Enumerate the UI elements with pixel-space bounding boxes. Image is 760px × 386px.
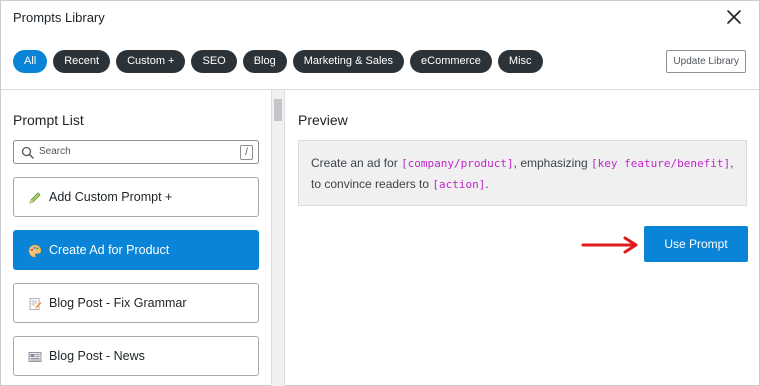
prompt-item-label: Add Custom Prompt + [49,190,173,204]
newspaper-icon [28,350,42,364]
preview-segment: , emphasizing [513,156,592,170]
memo-icon [28,297,42,311]
search-icon [21,146,34,159]
prompt-item-label: Create Ad for Product [49,243,170,257]
tab-marketing-sales[interactable]: Marketing & Sales [292,50,405,73]
annotation-arrow-icon [581,235,641,255]
prompt-item-fix-grammar[interactable]: Blog Post - Fix Grammar [13,283,259,323]
modal-header: Prompts Library [1,1,759,35]
tab-all[interactable]: All [13,50,48,73]
prompt-list-title: Prompt List [13,112,84,128]
preview-segment: . [485,177,489,191]
tab-blog[interactable]: Blog [242,50,287,73]
search-shortcut-hint: / [240,145,253,160]
category-tabs: All Recent Custom + SEO Blog Marketing &… [13,50,543,73]
prompt-list-scrollbar[interactable] [271,90,285,386]
prompt-item-label: Blog Post - News [49,349,145,363]
preview-placeholder-token: [key feature/benefit] [591,157,731,170]
preview-title: Preview [298,112,348,128]
preview-text: Create an ad for [company/product], emph… [298,140,747,206]
modal-title: Prompts Library [13,10,105,25]
preview-placeholder-token: [company/product] [401,157,514,170]
tab-ecommerce[interactable]: eCommerce [410,50,492,73]
prompts-library-modal: Prompts Library All Recent Custom + SEO … [0,0,760,386]
tab-misc[interactable]: Misc [497,50,543,73]
prompt-item-create-ad[interactable]: Create Ad for Product [13,230,259,270]
tab-seo[interactable]: SEO [191,50,237,73]
close-icon[interactable] [725,8,743,26]
prompt-item-add-custom[interactable]: Add Custom Prompt + [13,177,259,217]
preview-segment: Create an ad for [311,156,402,170]
preview-placeholder-token: [action] [432,178,486,191]
prompt-item-blog-news[interactable]: Blog Post - News [13,336,259,376]
search-placeholder: Search [39,146,71,157]
tab-recent[interactable]: Recent [53,50,111,73]
scrollbar-thumb[interactable] [274,99,282,121]
palette-icon [28,244,42,258]
prompt-list-panel: Prompt List Search / Add Custom Prompt + [1,90,271,386]
prompt-item-label: Blog Post - Fix Grammar [49,296,187,310]
pencil-icon [28,191,42,205]
tab-custom[interactable]: Custom + [116,50,186,73]
use-prompt-button[interactable]: Use Prompt [644,226,748,262]
update-library-button[interactable]: Update Library [666,50,746,73]
search-input[interactable]: Search / [13,140,259,164]
